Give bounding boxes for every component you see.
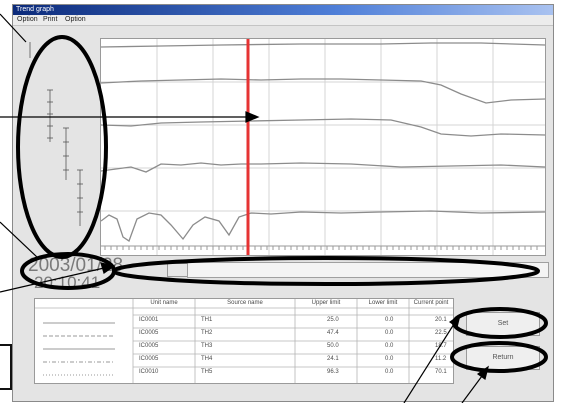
callout-ellipse-datetime — [20, 252, 116, 290]
callout-ellipse-axes — [16, 35, 108, 259]
arrowhead-icon — [245, 111, 260, 123]
callout-arrow-axes — [0, 13, 27, 43]
arrowhead-icon — [448, 313, 461, 329]
callout-ellipse-return — [450, 341, 548, 373]
left-edge-bracket — [0, 344, 12, 390]
callout-ellipse-scrollbar — [112, 256, 540, 286]
callout-ellipse-set — [452, 307, 548, 339]
callout-arrow-return — [461, 375, 483, 403]
callout-arrow-set — [403, 323, 455, 403]
annotation-overlay — [0, 13, 548, 403]
